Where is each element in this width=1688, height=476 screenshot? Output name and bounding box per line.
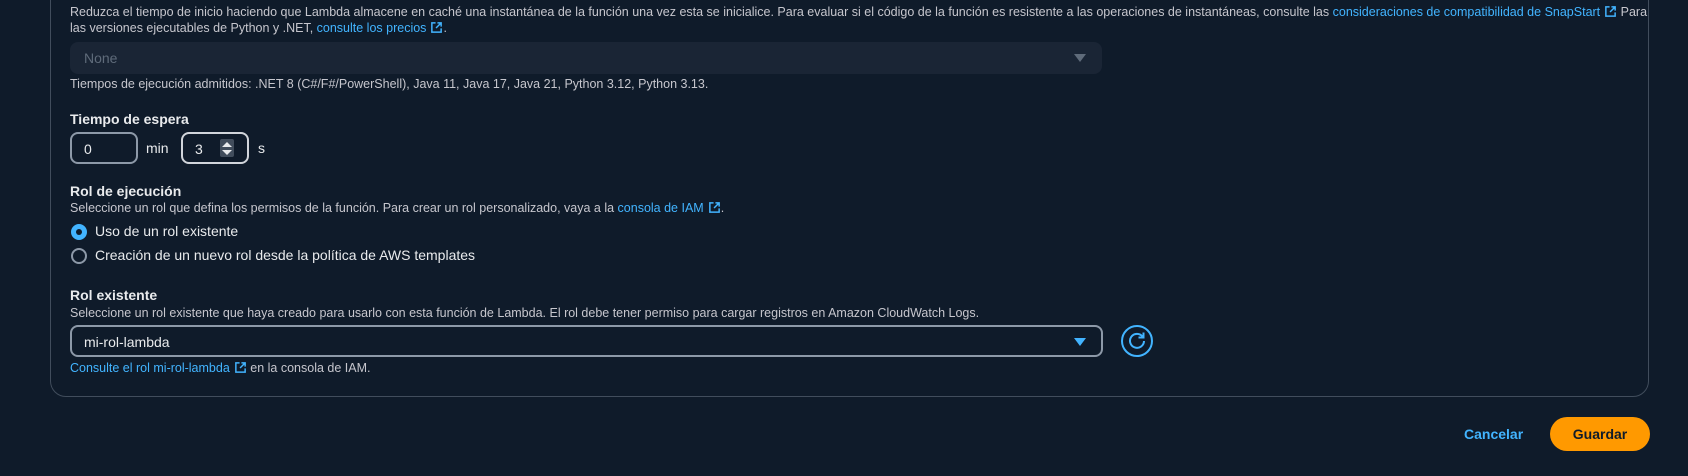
external-link-icon bbox=[431, 22, 443, 33]
execution-role-description: Seleccione un rol que defina los permiso… bbox=[70, 201, 724, 215]
iam-console-link[interactable]: consola de IAM bbox=[618, 201, 704, 215]
execution-role-label: Rol de ejecución bbox=[70, 183, 182, 199]
existing-role-value: mi-rol-lambda bbox=[84, 334, 170, 350]
existing-role-label: Rol existente bbox=[70, 287, 158, 303]
refresh-icon bbox=[1129, 332, 1145, 349]
snapstart-select: None bbox=[70, 42, 1102, 74]
execution-role-desc-suffix: . bbox=[720, 201, 725, 215]
snapstart-compat-link[interactable]: consideraciones de compatibilidad de Sna… bbox=[1333, 5, 1601, 19]
snapstart-description-line2: las versiones ejecutables de Python y .N… bbox=[70, 21, 447, 35]
existing-role-description: Seleccione un rol existente que haya cre… bbox=[70, 306, 980, 320]
external-link-icon bbox=[234, 362, 246, 373]
seconds-unit: s bbox=[258, 140, 265, 156]
supported-runtimes: Tiempos de ejecución admitidos: .NET 8 (… bbox=[70, 77, 709, 91]
radio-existing-role-label[interactable]: Uso de un rol existente bbox=[95, 223, 238, 239]
chevron-down-icon bbox=[1074, 54, 1086, 62]
radio-new-role-from-template[interactable] bbox=[71, 248, 87, 264]
snapstart-desc-line2-suffix: . bbox=[443, 21, 447, 35]
external-link-icon bbox=[708, 202, 720, 213]
pricing-link[interactable]: consulte los precios bbox=[317, 21, 427, 35]
refresh-roles-button[interactable] bbox=[1121, 325, 1153, 357]
number-spinner-icon[interactable] bbox=[220, 139, 234, 157]
view-role-suffix: en la consola de IAM. bbox=[246, 361, 371, 375]
snapstart-desc-line2-text: las versiones ejecutables de Python y .N… bbox=[70, 21, 317, 35]
timeout-seconds-value: 3 bbox=[195, 141, 203, 157]
snapstart-description: Reduzca el tiempo de inicio haciendo que… bbox=[70, 5, 1647, 19]
external-link-icon bbox=[1605, 6, 1617, 17]
timeout-seconds-input[interactable]: 3 bbox=[181, 132, 249, 164]
spinner-up-icon[interactable] bbox=[222, 142, 232, 147]
timeout-label: Tiempo de espera bbox=[70, 111, 189, 127]
save-button[interactable]: Guardar bbox=[1550, 417, 1650, 451]
cancel-button[interactable]: Cancelar bbox=[1464, 426, 1523, 442]
timeout-minutes-input[interactable]: 0 bbox=[70, 132, 138, 164]
view-role-link[interactable]: Consulte el rol mi-rol-lambda bbox=[70, 361, 230, 375]
radio-new-role-label[interactable]: Creación de un nuevo rol desde la políti… bbox=[95, 247, 475, 263]
radio-existing-role[interactable] bbox=[71, 224, 87, 240]
snapstart-select-value: None bbox=[84, 50, 118, 66]
execution-role-desc-text: Seleccione un rol que defina los permiso… bbox=[70, 201, 618, 215]
minutes-unit: min bbox=[146, 140, 169, 156]
spinner-down-icon[interactable] bbox=[222, 150, 232, 155]
snapstart-desc-text: Reduzca el tiempo de inicio haciendo que… bbox=[70, 5, 1333, 19]
timeout-minutes-value: 0 bbox=[84, 141, 92, 157]
view-role-line: Consulte el rol mi-rol-lambda en la cons… bbox=[70, 361, 370, 375]
existing-role-select[interactable]: mi-rol-lambda bbox=[70, 325, 1103, 357]
chevron-down-icon[interactable] bbox=[1074, 338, 1086, 346]
snapstart-desc-mid: Para bbox=[1617, 5, 1648, 19]
